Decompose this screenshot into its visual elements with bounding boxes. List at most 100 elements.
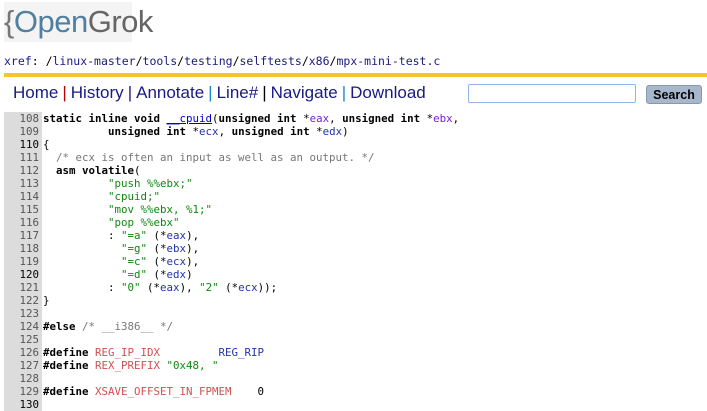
code-token: , — [218, 125, 232, 138]
code-token: )); — [257, 281, 278, 294]
code-token: ) — [186, 268, 193, 281]
code-text: #define REG_IP_IDX REG_RIP — [42, 346, 264, 359]
line-number[interactable]: 118 — [4, 242, 42, 255]
line-number[interactable]: 113 — [4, 177, 42, 190]
breadcrumb-link[interactable]: linux-master — [53, 54, 136, 68]
navigation-bar: Home | History | Annotate | Line# | Navigate | Dow… — [13, 83, 426, 103]
line-number[interactable]: 112 — [4, 164, 42, 177]
breadcrumb-link[interactable]: tools — [143, 54, 178, 68]
code-token: (* — [140, 281, 161, 294]
line-number[interactable]: 124 — [4, 320, 42, 333]
code-token: ), — [186, 229, 200, 242]
code-token: "pop %%ebx" — [108, 216, 180, 229]
function-link[interactable]: __cpuid — [167, 112, 213, 125]
code-token: REG_IP_IDX — [95, 346, 161, 359]
line-number[interactable]: 116 — [4, 216, 42, 229]
nav-link-navigate[interactable]: Navigate — [271, 83, 338, 102]
code-token: ( — [134, 164, 141, 177]
nav-link-annotate[interactable]: Annotate — [136, 83, 204, 102]
line-number[interactable]: 130 — [4, 398, 42, 411]
code-text: : "0" (*eax), "2" (*ecx)); — [42, 281, 277, 294]
breadcrumb-link[interactable]: selftests — [240, 54, 302, 68]
code-token: 0 — [231, 385, 265, 398]
breadcrumb-link[interactable]: x86 — [309, 54, 330, 68]
code-line: 121 : "0" (*eax), "2" (*ecx)); — [4, 281, 707, 294]
code-line: 117 : "=a" (*eax), — [4, 229, 707, 242]
code-token: unsigned int — [342, 112, 427, 125]
code-token: : — [43, 281, 122, 294]
xref-colon: : — [31, 54, 46, 68]
line-number[interactable]: 122 — [4, 294, 42, 307]
nav-separator: | — [127, 83, 133, 102]
search-button[interactable]: Search — [646, 85, 702, 104]
line-number[interactable]: 114 — [4, 190, 42, 203]
code-token: #define — [43, 359, 96, 372]
code-token: ), — [186, 255, 200, 268]
code-token: , — [329, 112, 343, 125]
line-number[interactable]: 109 — [4, 125, 42, 138]
line-number[interactable]: 115 — [4, 203, 42, 216]
code-text: "mov %%ebx, %1;" — [42, 203, 212, 216]
code-token: (* — [147, 268, 167, 281]
code-token: eax — [166, 229, 187, 242]
breadcrumb-link[interactable]: mpx-mini-test.c — [336, 54, 440, 68]
line-number[interactable]: 117 — [4, 229, 42, 242]
opengrok-logo[interactable]: {OpenGrok — [4, 2, 153, 42]
path-separator: / — [301, 54, 309, 68]
code-token: (* — [147, 242, 167, 255]
line-number[interactable]: 108 — [4, 112, 42, 125]
line-number[interactable]: 123 — [4, 307, 42, 320]
line-number[interactable]: 125 — [4, 333, 42, 346]
code-text: asm volatile( — [42, 164, 141, 177]
search-input[interactable] — [468, 84, 636, 103]
path-separator: / — [135, 54, 143, 68]
line-number[interactable]: 127 — [4, 359, 42, 372]
code-token: ebx — [433, 112, 453, 125]
line-number[interactable]: 119 — [4, 255, 42, 268]
code-token: unsigned int — [231, 125, 317, 138]
code-line: 112 asm volatile( — [4, 164, 707, 177]
nav-link-history[interactable]: History — [71, 83, 124, 102]
code-token: (* — [147, 229, 167, 242]
nav-link-download[interactable]: Download — [350, 83, 426, 102]
code-line: 126 #define REG_IP_IDX REG_RIP — [4, 346, 707, 359]
nav-link-line-num[interactable]: Line# — [217, 83, 259, 102]
line-number[interactable]: 121 — [4, 281, 42, 294]
code-token: , — [452, 112, 460, 125]
line-number[interactable]: 129 — [4, 385, 42, 398]
code-token: "mov %%ebx, %1;" — [108, 203, 213, 216]
code-token: { — [43, 138, 50, 151]
code-token: "cpuid;" — [108, 190, 161, 203]
line-number[interactable]: 110 — [4, 138, 42, 151]
code-text: "cpuid;" — [42, 190, 160, 203]
code-token: #define — [43, 346, 96, 359]
code-token: static inline void — [43, 112, 167, 125]
code-text: "=c" (*ecx), — [42, 255, 199, 268]
code-token: ), — [186, 242, 200, 255]
code-line: 127 #define REX_PREFIX "0x48, " — [4, 359, 707, 372]
code-token: "push %%ebx;" — [108, 177, 193, 190]
code-token: ecx — [166, 255, 187, 268]
nav-link-home[interactable]: Home — [13, 83, 58, 102]
line-number[interactable]: 111 — [4, 151, 42, 164]
line-number[interactable]: 126 — [4, 346, 42, 359]
code-line: 130 — [4, 398, 707, 411]
code-line: 108 static inline void __cpuid(unsigned i… — [4, 112, 707, 125]
breadcrumb-link[interactable]: testing — [184, 54, 232, 68]
line-number[interactable]: 128 — [4, 372, 42, 385]
line-number[interactable]: 120 — [4, 268, 42, 281]
nav-separator: | — [62, 83, 67, 102]
code-token: /* __i386__ */ — [75, 320, 174, 333]
code-line: 111 /* ecx is often an input as well as … — [4, 151, 707, 164]
code-token: XSAVE_OFFSET_IN_FPMEM — [95, 385, 232, 398]
